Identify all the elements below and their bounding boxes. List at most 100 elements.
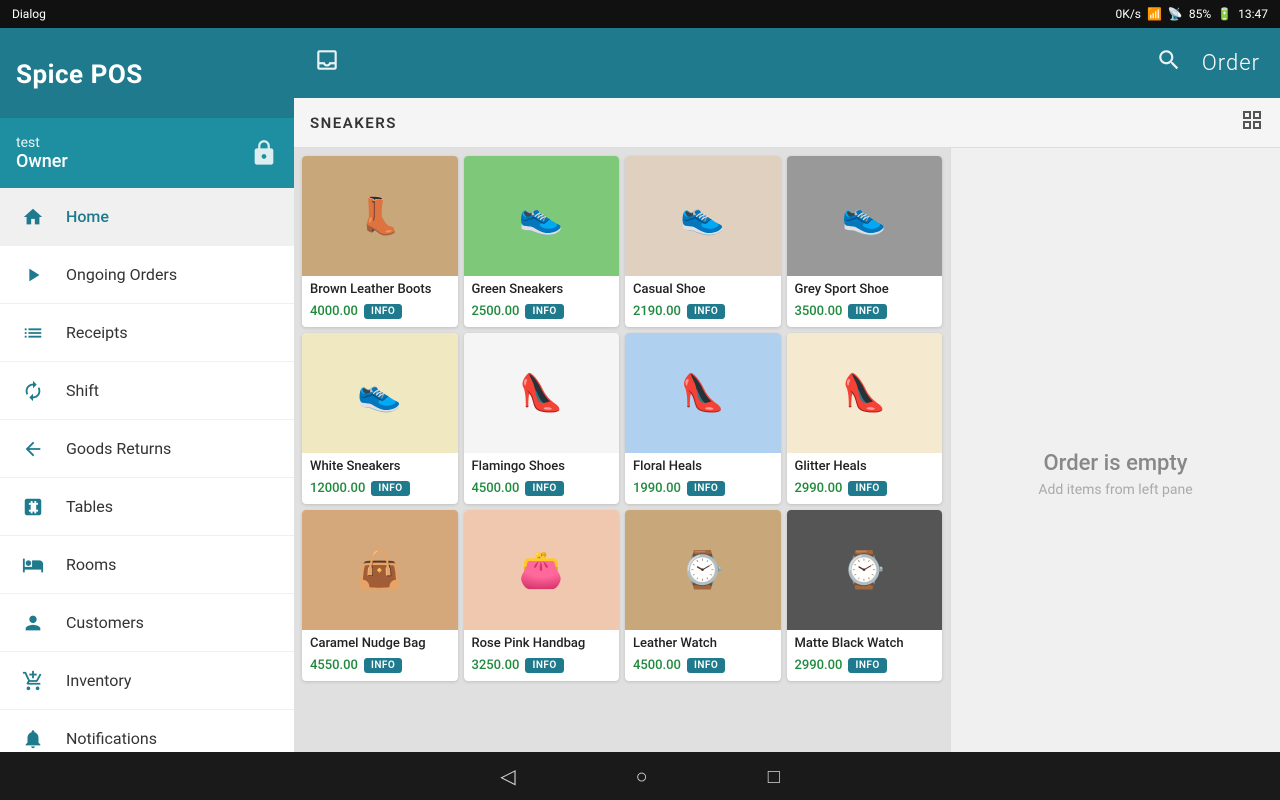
product-name-1: Brown Leather Boots bbox=[310, 282, 450, 299]
sidebar-item-label-shift: Shift bbox=[66, 381, 99, 400]
product-name-7: Floral Heals bbox=[633, 459, 773, 476]
product-price-2: 2500.00 bbox=[472, 304, 520, 319]
product-price-5: 12000.00 bbox=[310, 481, 365, 496]
info-badge-3[interactable]: INFO bbox=[687, 304, 725, 319]
product-name-2: Green Sneakers bbox=[472, 282, 612, 299]
product-card-8[interactable]: 👠 Glitter Heals 2990.00 INFO bbox=[787, 333, 943, 504]
app-label: Dialog bbox=[12, 7, 46, 21]
product-image-1: 👢 bbox=[302, 156, 458, 276]
product-card-1[interactable]: 👢 Brown Leather Boots 4000.00 INFO bbox=[302, 156, 458, 327]
product-image-8: 👠 bbox=[787, 333, 943, 453]
notifications-icon bbox=[20, 726, 46, 752]
inbox-icon[interactable] bbox=[314, 47, 340, 79]
product-card-10[interactable]: 👛 Rose Pink Handbag 3250.00 INFO bbox=[464, 510, 620, 681]
info-badge-6[interactable]: INFO bbox=[525, 481, 563, 496]
order-panel: Order is empty Add items from left pane bbox=[950, 148, 1280, 800]
product-price-9: 4550.00 bbox=[310, 658, 358, 673]
sidebar-nav: Home Ongoing Orders Receipts bbox=[0, 188, 294, 800]
back-button[interactable]: ◁ bbox=[500, 764, 515, 788]
sidebar-item-ongoing-orders[interactable]: Ongoing Orders bbox=[0, 246, 294, 304]
category-bar: SNEAKERS bbox=[294, 98, 1280, 148]
product-grid-container: 👢 Brown Leather Boots 4000.00 INFO 👟 Green Sn… bbox=[294, 148, 950, 800]
info-badge-9[interactable]: INFO bbox=[364, 658, 402, 673]
sidebar-item-shift[interactable]: Shift bbox=[0, 362, 294, 420]
grid-view-icon[interactable] bbox=[1240, 108, 1264, 138]
product-card-5[interactable]: 👟 White Sneakers 12000.00 INFO bbox=[302, 333, 458, 504]
battery-level: 85% bbox=[1189, 7, 1211, 21]
home-button[interactable]: ○ bbox=[636, 764, 648, 789]
sidebar-item-label-tables: Tables bbox=[66, 497, 113, 516]
sidebar-item-customers[interactable]: Customers bbox=[0, 594, 294, 652]
info-badge-7[interactable]: INFO bbox=[687, 481, 725, 496]
info-badge-12[interactable]: INFO bbox=[848, 658, 886, 673]
info-badge-5[interactable]: INFO bbox=[371, 481, 409, 496]
product-image-6: 👠 bbox=[464, 333, 620, 453]
info-badge-2[interactable]: INFO bbox=[525, 304, 563, 319]
network-speed: 0K/s bbox=[1116, 7, 1141, 21]
product-card-3[interactable]: 👟Casual Shoe2190.00INFO bbox=[625, 156, 781, 327]
product-image-11: ⌚ bbox=[625, 510, 781, 630]
wifi-icon: 📡 bbox=[1168, 7, 1183, 21]
product-grid: 👢 Brown Leather Boots 4000.00 INFO 👟 Green Sn… bbox=[302, 156, 942, 681]
product-card-9[interactable]: 👜Caramel Nudge Bag4550.00INFO bbox=[302, 510, 458, 681]
sidebar-item-goods-returns[interactable]: Goods Returns bbox=[0, 420, 294, 478]
product-name-10: Rose Pink Handbag bbox=[472, 636, 612, 653]
product-card-11[interactable]: ⌚Leather Watch4500.00INFO bbox=[625, 510, 781, 681]
info-badge-10[interactable]: INFO bbox=[525, 658, 563, 673]
tables-icon bbox=[20, 494, 46, 520]
app-container: Spice POS test Owner Home bbox=[0, 28, 1280, 800]
android-nav-bar: ◁ ○ □ bbox=[0, 752, 1280, 800]
goods-returns-icon bbox=[20, 436, 46, 462]
sidebar-item-tables[interactable]: Tables bbox=[0, 478, 294, 536]
lock-icon[interactable] bbox=[250, 139, 278, 167]
sidebar-item-label-rooms: Rooms bbox=[66, 555, 116, 574]
info-badge-8[interactable]: INFO bbox=[848, 481, 886, 496]
sidebar-item-label-receipts: Receipts bbox=[66, 323, 128, 342]
order-title: Order bbox=[1202, 51, 1260, 76]
sidebar-item-label-notifications: Notifications bbox=[66, 729, 157, 748]
sidebar-item-label-goods-returns: Goods Returns bbox=[66, 439, 171, 458]
product-image-5: 👟 bbox=[302, 333, 458, 453]
sidebar-item-label-home: Home bbox=[66, 207, 109, 226]
product-image-7: 👠 bbox=[625, 333, 781, 453]
product-name-8: Glitter Heals bbox=[795, 459, 935, 476]
product-image-12: ⌚ bbox=[787, 510, 943, 630]
product-price-7: 1990.00 bbox=[633, 481, 681, 496]
product-info-9: Caramel Nudge Bag 4550.00 INFO bbox=[302, 630, 458, 681]
product-card-4[interactable]: 👟Grey Sport Shoe3500.00INFO bbox=[787, 156, 943, 327]
product-name-9: Caramel Nudge Bag bbox=[310, 636, 450, 653]
sidebar-item-home[interactable]: Home bbox=[0, 188, 294, 246]
product-price-10: 3250.00 bbox=[472, 658, 520, 673]
product-price-3: 2190.00 bbox=[633, 304, 681, 319]
sidebar-item-rooms[interactable]: Rooms bbox=[0, 536, 294, 594]
product-image-10: 👛 bbox=[464, 510, 620, 630]
username: test bbox=[16, 135, 68, 151]
product-name-5: White Sneakers bbox=[310, 459, 450, 476]
product-info-4: Grey Sport Shoe3500.00INFO bbox=[787, 276, 943, 327]
receipts-icon bbox=[20, 320, 46, 346]
product-image-3: 👟 bbox=[625, 156, 781, 276]
product-price-1: 4000.00 bbox=[310, 304, 358, 319]
top-bar: Order bbox=[294, 28, 1280, 98]
product-card-12[interactable]: ⌚Matte Black Watch2990.00INFO bbox=[787, 510, 943, 681]
network-icon: 📶 bbox=[1147, 7, 1162, 21]
content-area: 👢 Brown Leather Boots 4000.00 INFO 👟 Green Sn… bbox=[294, 148, 1280, 800]
info-badge-1[interactable]: INFO bbox=[364, 304, 402, 319]
product-card-2[interactable]: 👟Green Sneakers2500.00INFO bbox=[464, 156, 620, 327]
product-price-12: 2990.00 bbox=[795, 658, 843, 673]
sidebar-user[interactable]: test Owner bbox=[0, 118, 294, 188]
product-price-8: 2990.00 bbox=[795, 481, 843, 496]
recents-button[interactable]: □ bbox=[768, 764, 780, 789]
shift-icon bbox=[20, 378, 46, 404]
info-badge-11[interactable]: INFO bbox=[687, 658, 725, 673]
product-card-6[interactable]: 👠Flamingo Shoes4500.00INFO bbox=[464, 333, 620, 504]
sidebar-item-inventory[interactable]: Inventory bbox=[0, 652, 294, 710]
sidebar-item-receipts[interactable]: Receipts bbox=[0, 304, 294, 362]
info-badge-4[interactable]: INFO bbox=[848, 304, 886, 319]
product-image-4: 👟 bbox=[787, 156, 943, 276]
main-content: Order SNEAKERS 👢 Brown Leather Boots 4000.… bbox=[294, 28, 1280, 800]
search-icon[interactable] bbox=[1156, 47, 1182, 79]
product-card-7[interactable]: 👠 Floral Heals 1990.00 INFO bbox=[625, 333, 781, 504]
product-info-8: Glitter Heals 2990.00 INFO bbox=[787, 453, 943, 504]
product-info-5: White Sneakers 12000.00 INFO bbox=[302, 453, 458, 504]
